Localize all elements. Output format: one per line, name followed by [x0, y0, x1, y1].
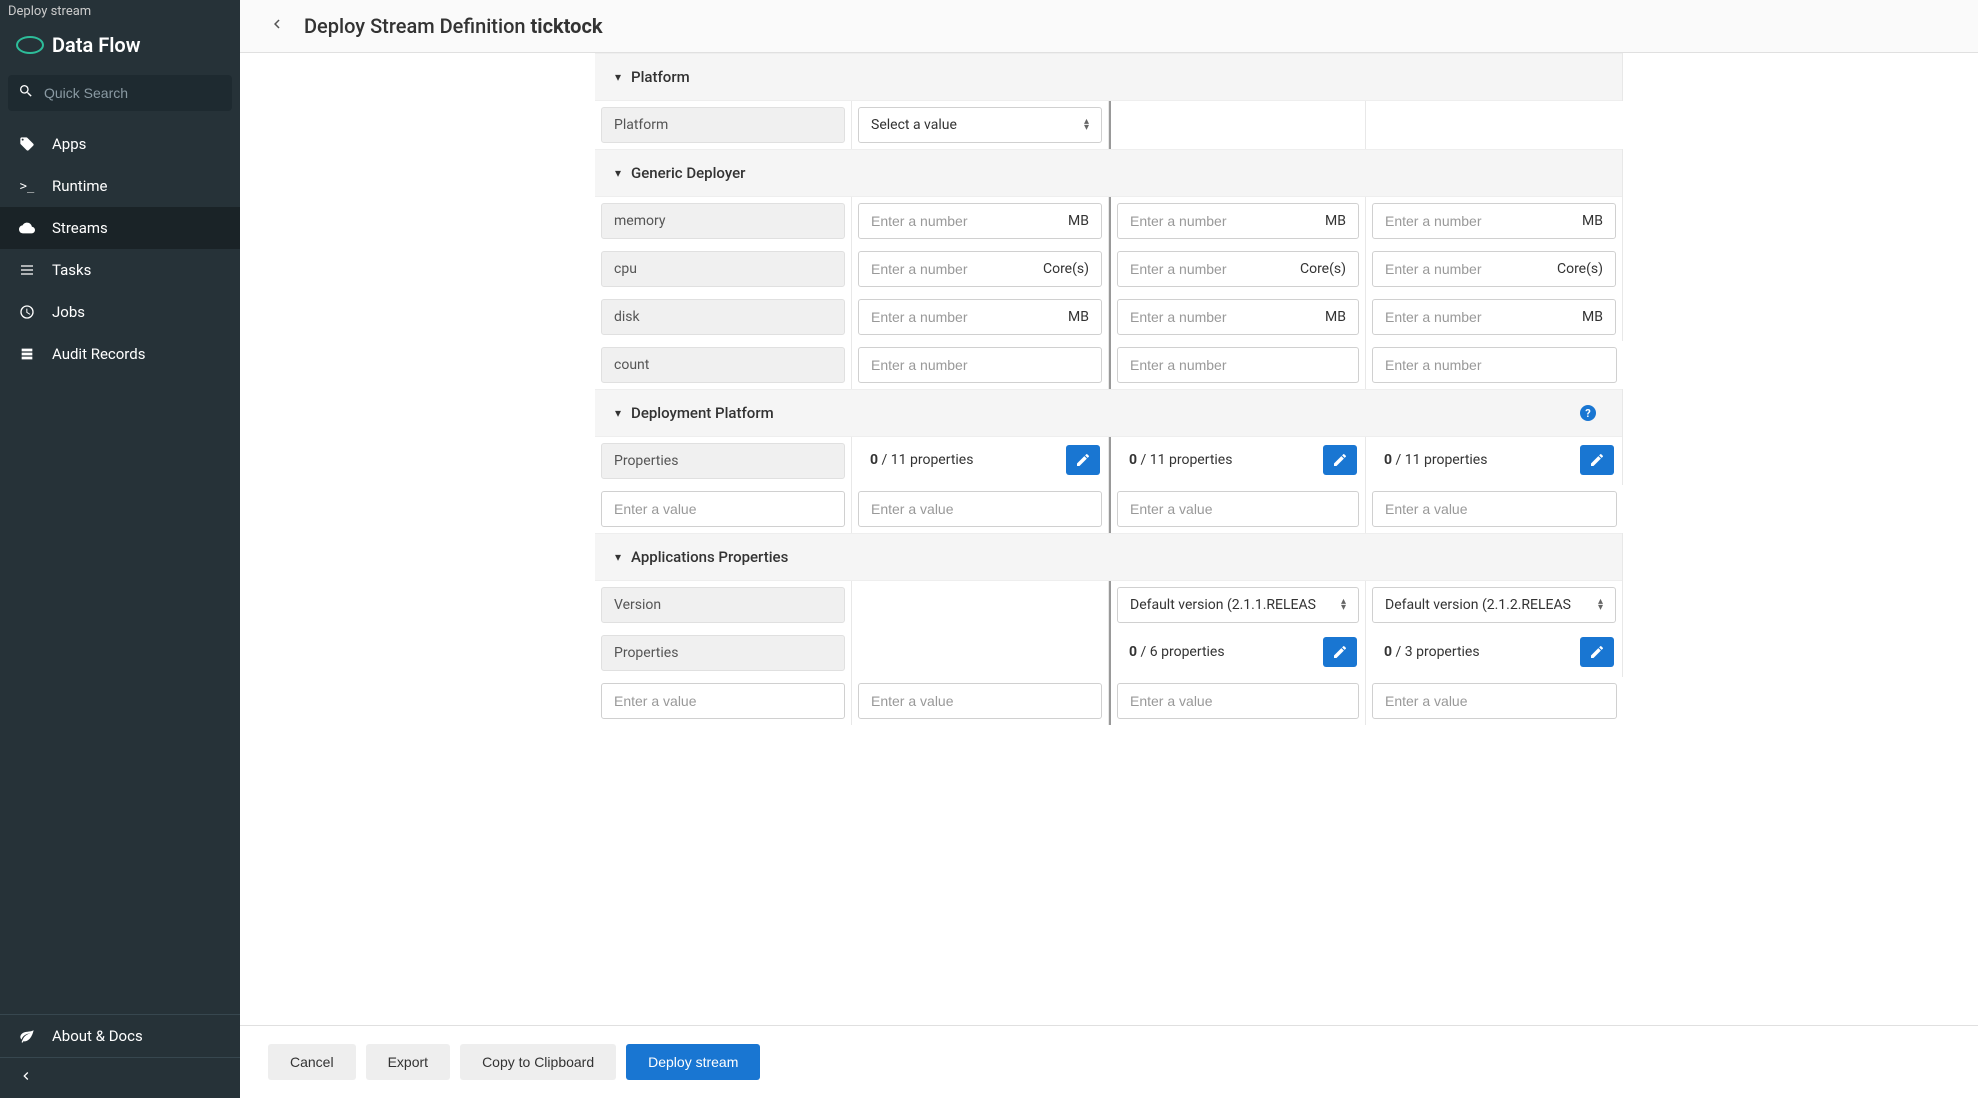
nav-audit[interactable]: Audit Records — [0, 333, 240, 375]
nav-audit-label: Audit Records — [52, 345, 145, 363]
label-version: Version — [601, 587, 845, 623]
label-disk: disk — [601, 299, 845, 335]
nav-about[interactable]: About & Docs — [0, 1015, 240, 1057]
properties-count-3: 0 / 11 properties — [1372, 443, 1499, 477]
chevron-down-icon: ▾ — [615, 406, 621, 420]
count-input-2[interactable] — [1118, 348, 1358, 382]
app-value-input-0[interactable] — [602, 684, 844, 718]
section-applications-properties[interactable]: ▾ Applications Properties — [595, 533, 1622, 581]
memory-input-3[interactable] — [1373, 204, 1570, 238]
quick-search-input[interactable] — [44, 85, 225, 101]
label-cpu: cpu — [601, 251, 845, 287]
nav-tasks[interactable]: Tasks — [0, 249, 240, 291]
dep-value-input-0[interactable] — [602, 492, 844, 526]
section-deployment-platform[interactable]: ▾ Deployment Platform ? — [595, 389, 1622, 437]
logo-icon — [16, 36, 44, 54]
back-button[interactable] — [268, 15, 286, 38]
disk-input-1[interactable] — [859, 300, 1056, 334]
dep-value-input-3[interactable] — [1373, 492, 1616, 526]
deploy-stream-button[interactable]: Deploy stream — [626, 1044, 760, 1080]
edit-properties-button-3[interactable] — [1580, 445, 1614, 475]
properties-count-2: 0 / 11 properties — [1117, 443, 1244, 477]
collapse-sidebar-button[interactable] — [0, 1057, 240, 1098]
disk-input-3[interactable] — [1373, 300, 1570, 334]
cancel-button[interactable]: Cancel — [268, 1044, 356, 1080]
chevron-down-icon: ▾ — [615, 70, 621, 84]
cpu-input-1[interactable] — [859, 252, 1031, 286]
main: Deploy Stream Definition ticktock ▾ Plat… — [240, 0, 1978, 1098]
label-platform: Platform — [601, 107, 845, 143]
search-icon — [18, 83, 34, 103]
nav-jobs[interactable]: Jobs — [0, 291, 240, 333]
nav-runtime[interactable]: >_ Runtime — [0, 165, 240, 207]
leaf-icon — [18, 1028, 36, 1044]
memory-input-2[interactable] — [1118, 204, 1313, 238]
properties-count-1: 0 / 11 properties — [858, 443, 985, 477]
nav-about-label: About & Docs — [52, 1027, 143, 1045]
dep-value-input-1[interactable] — [859, 492, 1101, 526]
label-count: count — [601, 347, 845, 383]
label-app-properties: Properties — [601, 635, 845, 671]
tags-icon — [18, 136, 36, 152]
terminal-icon: >_ — [18, 179, 36, 193]
edit-properties-button-1[interactable] — [1066, 445, 1100, 475]
app-value-input-1[interactable] — [859, 684, 1101, 718]
cloud-icon — [18, 220, 36, 236]
quick-search[interactable] — [8, 75, 232, 111]
cpu-input-3[interactable] — [1373, 252, 1545, 286]
page-title: Deploy Stream Definition ticktock — [304, 14, 603, 38]
cpu-input-2[interactable] — [1118, 252, 1288, 286]
dep-value-input-2[interactable] — [1118, 492, 1358, 526]
nav-streams-label: Streams — [52, 219, 108, 237]
brand-name: Data Flow — [52, 33, 140, 57]
count-input-1[interactable] — [859, 348, 1101, 382]
app-value-input-2[interactable] — [1118, 684, 1358, 718]
memory-input-1[interactable] — [859, 204, 1056, 238]
copy-clipboard-button[interactable]: Copy to Clipboard — [460, 1044, 616, 1080]
window-tab-label: Deploy stream — [0, 0, 240, 23]
section-generic-deployer[interactable]: ▾ Generic Deployer — [595, 149, 1622, 197]
edit-app-properties-button-2[interactable] — [1580, 637, 1614, 667]
label-properties: Properties — [601, 443, 845, 479]
chevron-down-icon: ▾ — [615, 550, 621, 564]
list-icon — [18, 262, 36, 278]
nav-runtime-label: Runtime — [52, 177, 107, 195]
nav-jobs-label: Jobs — [52, 303, 85, 321]
updown-icon: ▴▾ — [1598, 599, 1603, 611]
platform-select[interactable]: Select a value ▴▾ — [858, 107, 1102, 143]
chevron-down-icon: ▾ — [615, 166, 621, 180]
updown-icon: ▴▾ — [1341, 599, 1346, 611]
nav-apps-label: Apps — [52, 135, 86, 153]
sidebar: Deploy stream Data Flow Apps >_ Runtime … — [0, 0, 240, 1098]
label-memory: memory — [601, 203, 845, 239]
records-icon — [18, 346, 36, 362]
count-input-3[interactable] — [1373, 348, 1616, 382]
edit-app-properties-button-1[interactable] — [1323, 637, 1357, 667]
app-properties-count-1: 0 / 6 properties — [1117, 635, 1237, 669]
nav-streams[interactable]: Streams — [0, 207, 240, 249]
nav-apps[interactable]: Apps — [0, 123, 240, 165]
version-select-1[interactable]: Default version (2.1.1.RELEAS ▴▾ — [1117, 587, 1359, 623]
app-properties-count-2: 0 / 3 properties — [1372, 635, 1492, 669]
section-platform[interactable]: ▾ Platform — [595, 53, 1622, 101]
app-value-input-3[interactable] — [1373, 684, 1616, 718]
nav-tasks-label: Tasks — [52, 261, 91, 279]
chevron-left-icon — [18, 1072, 34, 1088]
page-header: Deploy Stream Definition ticktock — [240, 0, 1978, 53]
edit-properties-button-2[interactable] — [1323, 445, 1357, 475]
version-select-2[interactable]: Default version (2.1.2.RELEAS ▴▾ — [1372, 587, 1616, 623]
nav: Apps >_ Runtime Streams Tasks Jobs Audit… — [0, 123, 240, 1014]
help-icon[interactable]: ? — [1580, 405, 1596, 421]
brand: Data Flow — [0, 23, 240, 69]
export-button[interactable]: Export — [366, 1044, 450, 1080]
updown-icon: ▴▾ — [1084, 119, 1089, 131]
clock-icon — [18, 304, 36, 320]
footer-actions: Cancel Export Copy to Clipboard Deploy s… — [240, 1025, 1978, 1098]
disk-input-2[interactable] — [1118, 300, 1313, 334]
